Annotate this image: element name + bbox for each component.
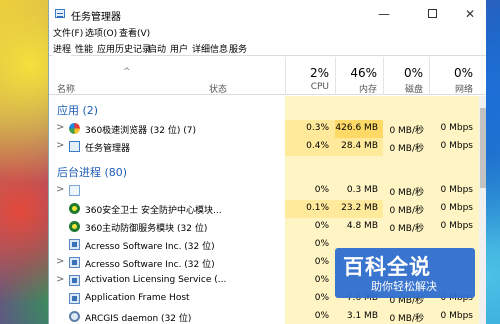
minimize-button[interactable]: — [367,3,401,25]
column-header: ^ 名称 状态 2% CPU 46% 内存 0% 磁盘 0% 网络 [49,57,486,95]
process-network: 0 Mbps [440,185,473,195]
expand-chevron-icon[interactable]: > [56,184,64,195]
network-percent: 0% [453,66,473,80]
process-row[interactable]: 360主动防御服务模块 (32 位) 0% 4.8 MB 0 MB/秒 0 Mb… [49,218,479,236]
window-title: 任务管理器 [71,12,121,23]
process-memory: 0.3 MB [346,185,378,195]
column-memory[interactable]: 46% 内存 [335,57,383,95]
process-network: 0 Mbps [440,221,473,231]
360-guard-icon [69,203,80,214]
process-row[interactable]: > 360极速浏览器 (32 位) (7) 0.3% 426.6 MB 0 MB… [49,120,479,138]
section-apps: 应用 (2) [57,104,99,117]
process-cpu: 0.3% [306,123,329,133]
process-name: ARCGIS daemon (32 位) [85,314,192,324]
process-name: 360极速浏览器 (32 位) (7) [85,126,196,136]
tab-performance[interactable]: 性能 [75,42,93,55]
process-network: 0 Mbps [440,203,473,213]
process-cpu: 0% [314,293,329,303]
column-network[interactable]: 0% 网络 [429,57,479,95]
process-name: Acresso Software Inc. (32 位) [85,260,215,270]
maximize-icon [427,9,437,18]
scrollbar-thumb[interactable] [480,108,486,188]
process-row[interactable]: > 0% 0.3 MB 0 MB/秒 0 Mbps [49,182,479,200]
memory-percent: 46% [350,66,377,80]
360-browser-icon [69,123,80,134]
process-cpu: 0% [314,275,329,285]
service-icon [69,257,80,268]
title-bar: 任务管理器 — ✕ [49,0,486,26]
sort-caret-icon: ^ [123,67,131,77]
process-cpu: 0% [314,239,329,249]
process-memory: 4.8 MB [346,221,378,231]
section-background: 后台进程 (80) [57,166,128,179]
menu-view[interactable]: 查看(V) [119,26,150,39]
cpu-percent: 2% [309,66,329,80]
process-row[interactable]: 360安全卫士 安全防护中心模块... 0.1% 23.2 MB 0 MB/秒 … [49,200,479,218]
process-network: 0 Mbps [440,311,473,321]
process-name: Application Frame Host [85,293,190,303]
process-disk: 0 MB/秒 [389,224,424,234]
process-name: 360安全卫士 安全防护中心模块... [85,206,222,216]
tab-app-history[interactable]: 应用历史记录 [97,42,151,55]
process-memory: 426.6 MB [335,123,378,133]
disk-percent: 0% [403,66,423,80]
process-cpu: 0.4% [306,141,329,151]
cpu-label: CPU [310,82,329,92]
task-manager-icon [69,141,80,152]
maximize-button[interactable] [415,3,449,25]
expand-chevron-icon[interactable]: > [56,274,64,285]
watermark-subtitle: 助你轻松解决 [371,280,437,293]
tab-processes[interactable]: 进程 [53,42,72,56]
process-disk: 0 MB/秒 [389,126,424,136]
process-disk: 0 MB/秒 [389,144,424,154]
watermark-title: 百科全说 [343,255,431,279]
column-disk[interactable]: 0% 磁盘 [383,57,429,95]
process-disk: 0 MB/秒 [389,188,424,198]
process-name: 360主动防御服务模块 (32 位) [85,224,208,234]
service-icon [69,239,80,250]
network-label: 网络 [454,85,473,95]
disk-label: 磁盘 [404,85,423,95]
memory-label: 内存 [358,85,377,95]
360-defense-icon [69,221,80,232]
service-icon [69,293,80,304]
process-disk: 0 MB/秒 [389,206,424,216]
column-status[interactable]: 状态 [209,82,227,95]
watermark-logo: 百科全说 助你轻松解决 [335,248,475,298]
close-button[interactable]: ✕ [453,3,486,25]
process-memory: 28.4 MB [341,141,378,151]
expand-chevron-icon[interactable]: > [56,140,64,151]
process-name: 任务管理器 [85,144,131,154]
process-row[interactable]: ARCGIS daemon (32 位) 0% 3.1 MB 0 MB/秒 0 … [49,308,479,324]
process-name: Acresso Software Inc. (32 位) [85,242,215,252]
menu-options[interactable]: 选项(O) [85,26,117,39]
vertical-scrollbar[interactable] [479,96,486,324]
process-network: 0 Mbps [440,123,473,133]
process-memory: 3.1 MB [346,311,378,321]
column-name[interactable]: 名称 [57,82,75,95]
process-name: Activation Licensing Service (... [85,275,227,285]
task-manager-icon [55,9,65,18]
process-cpu: 0% [314,221,329,231]
gear-icon [69,311,80,322]
tab-details[interactable]: 详细信息 [192,42,228,55]
process-cpu: 0% [314,257,329,267]
process-cpu: 0% [314,185,329,195]
process-row[interactable]: > 任务管理器 0.4% 28.4 MB 0 MB/秒 0 Mbps [49,138,479,156]
blank-process-icon [69,185,80,196]
expand-chevron-icon[interactable]: > [56,256,64,267]
process-memory: 23.2 MB [341,203,378,213]
process-cpu: 0.1% [306,203,329,213]
service-icon [69,275,80,286]
tab-bar: 进程 性能 应用历史记录 启动 用户 详细信息 服务 [49,41,486,56]
process-disk: 0 MB/秒 [389,314,424,324]
column-cpu[interactable]: 2% CPU [285,57,335,95]
tab-startup[interactable]: 启动 [148,42,166,55]
process-cpu: 0% [314,311,329,321]
menu-file[interactable]: 文件(F) [53,26,83,39]
tab-users[interactable]: 用户 [170,42,188,55]
expand-chevron-icon[interactable]: > [56,122,64,133]
tab-services[interactable]: 服务 [229,42,247,55]
process-network: 0 Mbps [440,141,473,151]
